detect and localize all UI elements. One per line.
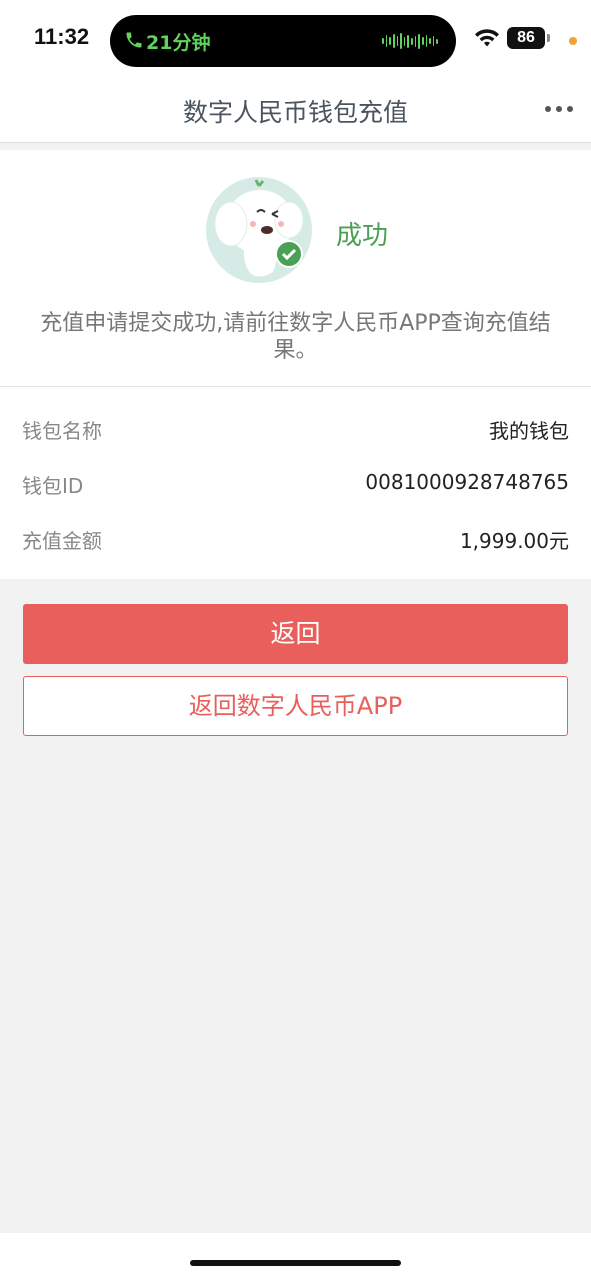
call-indicator[interactable]: 21分钟: [110, 15, 456, 67]
privacy-indicator-dot: [569, 37, 577, 45]
detail-value: 我的钱包: [489, 419, 569, 443]
back-to-app-button[interactable]: 返回数字人民币APP: [23, 676, 568, 736]
status-time: 11:32: [34, 24, 90, 49]
page-title: 数字人民币钱包充值: [182, 98, 408, 127]
detail-row-wallet-id: 钱包ID 0081000928748765: [22, 470, 569, 500]
detail-label: 钱包ID: [22, 474, 84, 498]
waveform-icon: [382, 32, 438, 50]
detail-row-wallet-name: 钱包名称 我的钱包: [22, 415, 569, 445]
nav-bar: 数字人民币钱包充值: [0, 80, 591, 143]
call-duration: 21分钟: [146, 32, 211, 54]
detail-row-amount: 充值金额 1,999.00元: [22, 525, 569, 555]
battery-icon: 86: [507, 27, 545, 49]
detail-value: 1,999.00元: [459, 529, 569, 553]
wifi-icon: [475, 29, 499, 47]
result-message: 充值申请提交成功,请前往数字人民币APP查询充值结果。: [40, 311, 551, 363]
detail-value: 0081000928748765: [365, 470, 569, 494]
phone-icon: [126, 32, 142, 48]
success-status: 成功: [336, 221, 389, 251]
back-button[interactable]: 返回: [23, 604, 568, 664]
details-panel: 钱包名称 我的钱包 钱包ID 0081000928748765 充值金额 1,9…: [0, 387, 591, 579]
result-card: 成功 充值申请提交成功,请前往数字人民币APP查询充值结果。: [0, 150, 591, 387]
battery-tip: [547, 34, 550, 42]
bottom-bar: [0, 1233, 591, 1280]
detail-label: 充值金额: [22, 529, 102, 553]
home-indicator[interactable]: [190, 1260, 401, 1266]
more-icon[interactable]: [543, 102, 575, 116]
status-bar: 11:32 21分钟 86: [0, 0, 591, 80]
elephant-mascot-check-icon: [206, 177, 312, 283]
detail-label: 钱包名称: [22, 419, 102, 443]
